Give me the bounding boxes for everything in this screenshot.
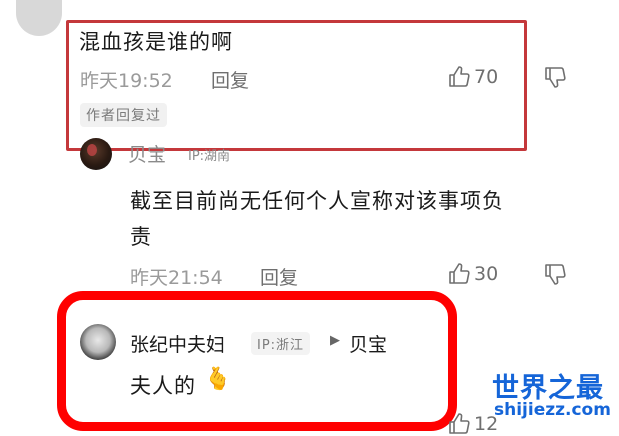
comment-2-like-count: 30: [474, 263, 499, 285]
comment-2-like-icon[interactable]: [447, 262, 471, 286]
comment-3-avatar[interactable]: [80, 324, 116, 360]
comment-1-text: 混血孩是谁的啊: [79, 30, 233, 54]
comment-2-ip: IP:湖南: [188, 149, 231, 164]
comment-3-reply-to[interactable]: 贝宝: [349, 330, 387, 357]
comment-2-text-line-2: 责: [130, 225, 152, 249]
red-marker-comment-3: [57, 291, 457, 431]
comment-2-time: 昨天21:54: [130, 267, 223, 289]
comment-3-like-icon[interactable]: [447, 412, 471, 436]
comment-1-like-icon[interactable]: [447, 65, 471, 89]
reply-arrow-icon: ▶: [330, 333, 340, 348]
comment-1-time: 昨天19:52: [80, 70, 173, 92]
comment-2-avatar[interactable]: [80, 138, 112, 170]
watermark-url: shijiezz.com: [494, 400, 611, 420]
comment-2-dislike-icon[interactable]: [543, 262, 567, 286]
comment-3-ip: IP:浙江: [251, 332, 311, 355]
author-replied-tag: 作者回复过: [80, 103, 167, 127]
comment-1-dislike-icon[interactable]: [543, 65, 567, 89]
avatar-top[interactable]: [16, 0, 62, 36]
comment-1-reply-button[interactable]: 回复: [211, 66, 249, 93]
comment-2-text-line-1: 截至目前尚无任何个人宣称对该事项负: [130, 189, 504, 213]
comment-2-author-name[interactable]: 贝宝: [128, 140, 166, 167]
comment-3-text: 夫人的: [130, 374, 196, 398]
comment-2-reply-button[interactable]: 回复: [260, 263, 298, 290]
comment-3-author-name[interactable]: 张纪中夫妇: [130, 330, 225, 357]
comment-1-like-count: 70: [474, 66, 499, 88]
finger-heart-emoji-icon: 🫰: [204, 367, 232, 392]
